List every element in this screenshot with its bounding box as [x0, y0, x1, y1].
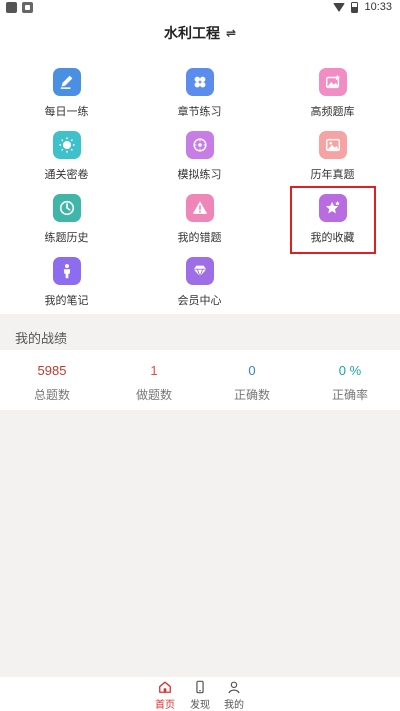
switch-icon[interactable]: ⇌ [226, 26, 236, 40]
wifi-icon [333, 2, 346, 12]
grid-icon [185, 68, 214, 96]
grid-item-hot-questions[interactable]: 高频题库 [266, 60, 399, 122]
stat-accuracy: 0 % 正确率 [300, 350, 400, 410]
picture-icon [318, 131, 347, 159]
warning-icon [185, 194, 214, 222]
nav-mine[interactable]: 我的 [217, 680, 251, 711]
header: 水利工程 ⇌ [0, 16, 400, 50]
grid-item-membership[interactable]: 会员中心 [133, 249, 266, 311]
stat-label: 做题数 [135, 388, 172, 402]
grid-item-chapter-practice[interactable]: 章节练习 [133, 60, 266, 122]
nav-discover[interactable]: 发现 [183, 680, 217, 711]
battery-icon [351, 1, 359, 13]
phone-icon [196, 680, 204, 694]
grid-item-label: 章节练习 [177, 105, 222, 118]
grid-item-label: 历年真题 [310, 168, 355, 181]
nav-label: 我的 [224, 700, 244, 711]
grid-item-label: 我的笔记 [44, 294, 89, 307]
grid-item-mock-practice[interactable]: 模拟练习 [133, 123, 266, 185]
home-icon [159, 681, 171, 693]
clock-icon [52, 194, 81, 222]
dial-icon [185, 131, 214, 159]
nav-label: 首页 [155, 700, 175, 711]
grid-item-label: 练题历史 [44, 231, 89, 244]
grid-item-history[interactable]: 练题历史 [0, 186, 133, 248]
stat-label: 正确率 [331, 388, 368, 402]
status-bar: 10:33 [0, 0, 400, 16]
grid-item-daily-practice[interactable]: 每日一练 [0, 60, 133, 122]
stat-value: 0 [248, 363, 256, 378]
stat-done: 1 做题数 [104, 350, 204, 410]
grid-item-label: 每日一练 [44, 105, 89, 118]
grid-item-label: 会员中心 [177, 294, 222, 307]
grid-item-label: 通关密卷 [44, 168, 89, 181]
notification-icon [22, 2, 33, 13]
stat-value: 1 [150, 363, 158, 378]
grid-item-label: 我的错题 [177, 231, 222, 244]
grid-item-label: 高频题库 [310, 105, 355, 118]
status-time: 10:33 [364, 1, 392, 13]
pencil-icon [52, 68, 81, 96]
grid-item-notes[interactable]: 我的笔记 [0, 249, 133, 311]
stat-value: 5985 [37, 363, 67, 378]
stat-label: 总题数 [33, 388, 70, 402]
stat-total: 5985 总题数 [2, 350, 102, 410]
bottom-nav: 首页 发现 我的 [0, 677, 400, 711]
stats-title: 我的战绩 [15, 332, 68, 347]
nav-home[interactable]: 首页 [148, 680, 182, 711]
nav-label: 发现 [190, 700, 210, 711]
image-star-icon [318, 68, 347, 96]
notification-icon [6, 2, 17, 13]
grid-item-wrong-questions[interactable]: 我的错题 [133, 186, 266, 248]
stats-panel: 5985 总题数 1 做题数 0 正确数 0 % 正确率 [0, 350, 400, 410]
diamond-icon [185, 257, 214, 285]
stat-value: 0 % [338, 363, 362, 378]
user-icon [228, 681, 240, 694]
stat-label: 正确数 [233, 388, 270, 402]
grid-item-past-exams[interactable]: 历年真题 [266, 123, 399, 185]
grid-item-label: 模拟练习 [177, 168, 222, 181]
person-icon [52, 257, 81, 285]
sun-icon [52, 131, 81, 159]
grid-item-secret-paper[interactable]: 通关密卷 [0, 123, 133, 185]
highlight-box [290, 186, 376, 254]
stat-correct: 0 正确数 [202, 350, 302, 410]
page-title[interactable]: 水利工程 [164, 23, 220, 43]
